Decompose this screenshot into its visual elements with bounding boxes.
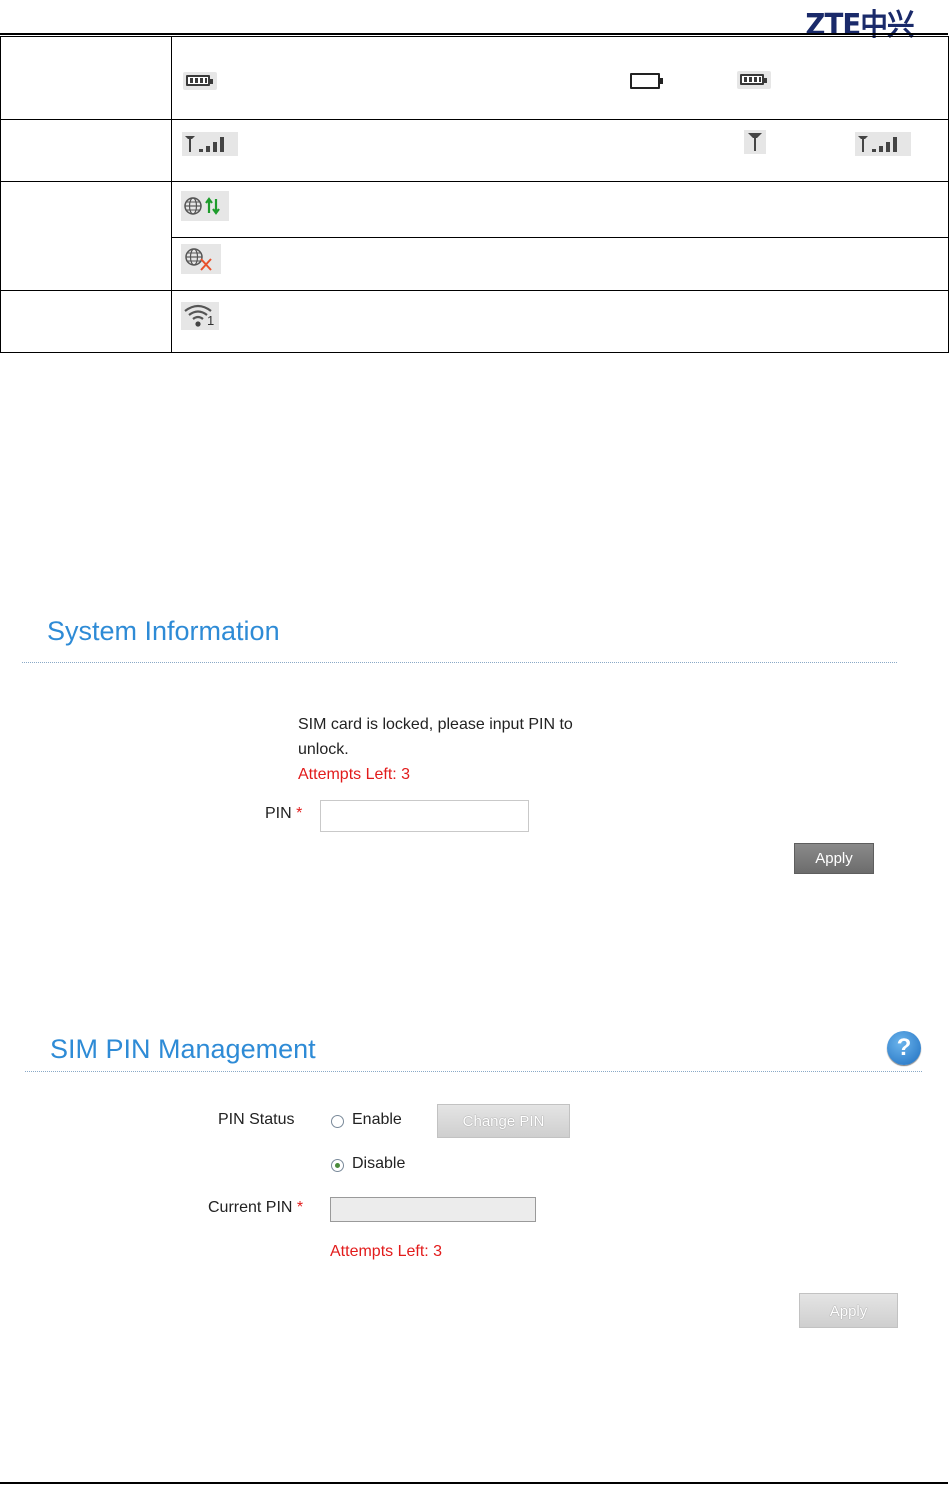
status-icon-table: 1 [0, 36, 949, 353]
attempts-left-text: Attempts Left: 3 [298, 766, 411, 783]
signal-strength-icon [855, 132, 911, 156]
system-info-title: System Information [47, 616, 280, 646]
sim-locked-message-cont: unlock. [298, 741, 349, 758]
table-row: 1 [0, 290, 949, 353]
table-cell-label [0, 36, 172, 120]
table-cell-internet-disconnected [171, 237, 949, 291]
pin-label-text: PIN [265, 805, 292, 822]
footer-divider [0, 1482, 948, 1484]
table-cell-internet-connected [171, 181, 949, 238]
disable-label[interactable]: Disable [352, 1155, 405, 1173]
enable-label[interactable]: Enable [352, 1111, 402, 1129]
disable-radio[interactable] [331, 1159, 344, 1172]
battery-full-icon [183, 72, 217, 90]
signal-strength-icon [182, 132, 238, 156]
sim-pin-management-title: SIM PIN Management [50, 1034, 316, 1064]
pin-input[interactable] [320, 800, 529, 832]
table-row [0, 36, 949, 120]
apply-button[interactable]: Apply [794, 843, 874, 874]
header-divider [0, 33, 948, 35]
current-pin-label: Current PIN * [208, 1199, 303, 1217]
wifi-client-count: 1 [207, 313, 215, 328]
table-cell-label [0, 119, 172, 182]
table-cell-wifi: 1 [171, 290, 949, 353]
pin-label: PIN * [265, 805, 302, 823]
help-icon[interactable]: ? [887, 1031, 921, 1065]
current-pin-label-text: Current PIN [208, 1199, 293, 1216]
section-divider [22, 662, 897, 663]
enable-radio[interactable] [331, 1115, 344, 1128]
section-divider [25, 1071, 922, 1072]
internet-disconnected-icon [181, 244, 221, 274]
table-row [0, 181, 949, 291]
current-pin-input[interactable] [330, 1197, 536, 1222]
signal-none-icon [744, 130, 766, 154]
table-cell-label [0, 181, 172, 291]
battery-full-icon [737, 71, 771, 89]
internet-connected-icon [181, 191, 229, 221]
required-mark: * [296, 1199, 304, 1216]
pin-status-label: PIN Status [218, 1111, 295, 1128]
required-mark: * [296, 805, 303, 822]
table-cell-battery [171, 36, 949, 120]
battery-empty-icon [629, 71, 665, 91]
table-cell-label [0, 290, 172, 353]
attempts-left-text: Attempts Left: 3 [330, 1243, 443, 1260]
sim-locked-message: SIM card is locked, please input PIN to [298, 716, 573, 733]
table-cell-signal [171, 119, 949, 182]
change-pin-button[interactable]: Change PIN [437, 1104, 570, 1138]
table-row [0, 119, 949, 182]
wifi-clients-icon: 1 [181, 302, 219, 330]
apply-button[interactable]: Apply [799, 1293, 898, 1328]
